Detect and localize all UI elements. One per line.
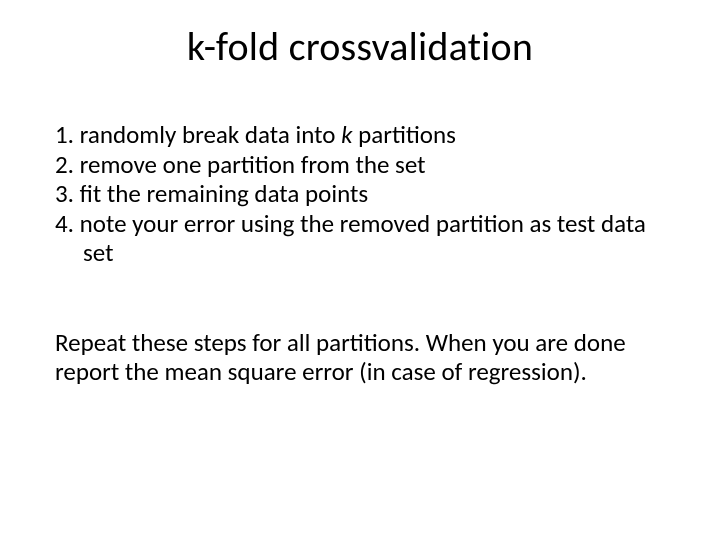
list-item: 1. randomly break data into k partitions <box>55 120 665 150</box>
step-number: 2. <box>55 149 74 180</box>
list-item: 2. remove one partition from the set <box>55 150 665 180</box>
list-item: 4. note your error using the removed par… <box>55 209 665 268</box>
step-number: 3. <box>55 178 74 209</box>
slide: k-fold crossvalidation 1. randomly break… <box>0 0 720 540</box>
slide-title: k-fold crossvalidation <box>0 22 720 71</box>
step-text: remove one partition from the set <box>80 149 426 180</box>
step-number: 4. <box>55 208 74 239</box>
step-text: fit the remaining data points <box>80 178 368 209</box>
step-number: 1. <box>55 119 74 150</box>
step-text-b: partitions <box>352 119 455 150</box>
slide-body: 1. randomly break data into k partitions… <box>55 120 665 387</box>
step-text: note your error using the removed partit… <box>80 208 646 269</box>
list-item: 3. fit the remaining data points <box>55 179 665 209</box>
step-list: 1. randomly break data into k partitions… <box>55 120 665 268</box>
step-text: randomly break data into <box>80 119 341 150</box>
step-italic-k: k <box>341 119 352 150</box>
footer-paragraph: Repeat these steps for all partitions. W… <box>55 328 665 387</box>
